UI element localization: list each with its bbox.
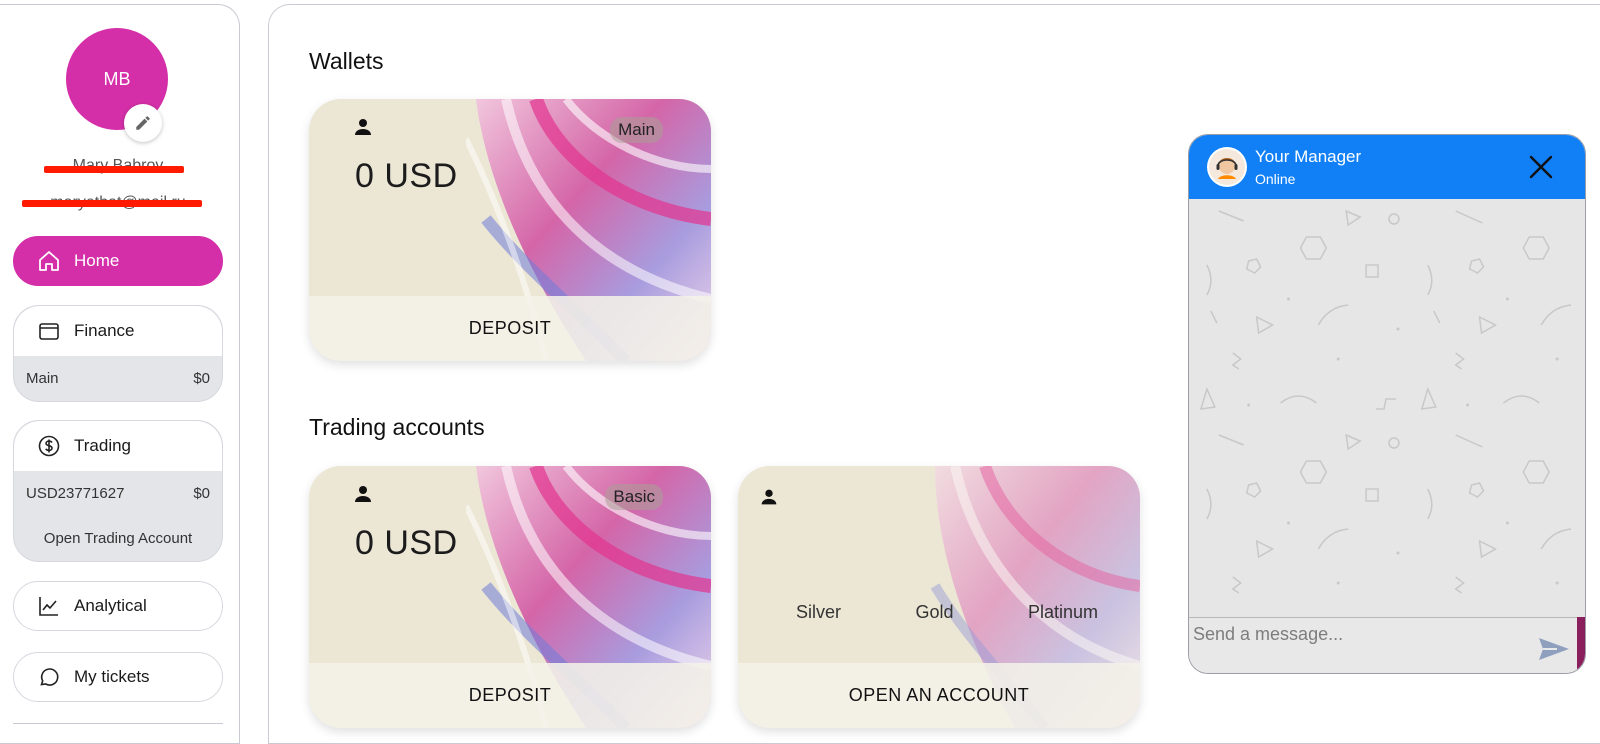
tier-option[interactable]: Platinum	[1028, 602, 1098, 623]
person-icon	[355, 119, 371, 135]
wallet-name: Main	[26, 370, 59, 387]
pencil-icon	[136, 116, 150, 130]
tier-option[interactable]: Gold	[915, 602, 953, 623]
nav-analytical-label: Analytical	[74, 596, 147, 615]
message-input[interactable]	[1189, 616, 1509, 653]
nav-finance[interactable]: Finance	[14, 306, 222, 356]
open-trading-account-link[interactable]: Open Trading Account	[14, 516, 222, 561]
open-trading-account-label: Open Trading Account	[43, 530, 193, 547]
wallet-balance-amount: 0 USD	[355, 157, 458, 195]
trading-account-row[interactable]: USD23771627 $0	[14, 471, 222, 516]
person-icon	[761, 489, 777, 505]
chat-bubble-icon	[36, 664, 62, 690]
support-agent-icon	[1209, 149, 1245, 185]
nav-tickets[interactable]: My tickets	[13, 652, 223, 702]
nav-finance-group: Finance Main $0	[13, 305, 223, 402]
nav-finance-label: Finance	[74, 321, 135, 340]
chart-line-icon	[36, 593, 62, 619]
person-icon	[355, 486, 371, 502]
account-tier-list: Silver Gold Platinum	[778, 602, 1098, 623]
nav-trading-group: Trading USD23771627 $0 Open Trading Acco…	[13, 420, 223, 562]
send-icon[interactable]	[1537, 635, 1571, 663]
nav-home[interactable]: Home	[13, 236, 223, 286]
dollar-icon	[36, 433, 62, 459]
open-account-card[interactable]: Silver Gold Platinum OPEN AN ACCOUNT	[738, 466, 1140, 728]
sidebar: MB Mary Babrov maryetbat@mail.ru Home Fi…	[0, 4, 240, 744]
account-type-badge: Basic	[605, 484, 663, 510]
home-icon	[36, 248, 62, 274]
chat-scrollbar[interactable]	[1577, 617, 1585, 673]
finance-wallet-row[interactable]: Main $0	[14, 356, 222, 401]
nav-tickets-label: My tickets	[74, 667, 150, 686]
nav-trading[interactable]: Trading	[14, 421, 222, 471]
wallet-card[interactable]: Main 0 USD DEPOSIT	[309, 99, 711, 361]
deposit-button[interactable]: DEPOSIT	[309, 296, 711, 361]
trading-account-id: USD23771627	[26, 485, 125, 502]
redaction-mark	[44, 166, 184, 173]
chat-header: Your Manager Online	[1189, 135, 1585, 199]
nav-trading-label: Trading	[74, 436, 132, 455]
chat-message-area	[1199, 209, 1572, 594]
close-icon[interactable]	[1525, 151, 1557, 183]
nav-analytical[interactable]: Analytical	[13, 581, 223, 631]
deposit-button[interactable]: DEPOSIT	[309, 663, 711, 728]
trading-account-balance: $0	[193, 485, 210, 502]
wallet-type-badge: Main	[610, 117, 663, 143]
chat-status: Online	[1255, 171, 1296, 187]
nav-home-label: Home	[74, 251, 120, 270]
open-account-button[interactable]: OPEN AN ACCOUNT	[738, 663, 1140, 728]
trading-accounts-title: Trading accounts	[309, 414, 485, 440]
edit-avatar-button[interactable]	[124, 104, 162, 142]
sidebar-divider	[13, 723, 223, 724]
chat-input-bar	[1189, 616, 1585, 673]
manager-avatar	[1207, 147, 1247, 187]
wallet-icon	[36, 318, 62, 344]
wallet-balance: $0	[193, 370, 210, 387]
trading-account-card[interactable]: Basic 0 USD DEPOSIT	[309, 466, 711, 728]
tier-option[interactable]: Silver	[796, 602, 841, 623]
chat-widget: Your Manager Online	[1188, 134, 1586, 674]
account-balance-amount: 0 USD	[355, 524, 458, 562]
wallets-title: Wallets	[309, 48, 384, 74]
chat-title: Your Manager	[1255, 147, 1362, 166]
redaction-mark	[22, 200, 202, 207]
